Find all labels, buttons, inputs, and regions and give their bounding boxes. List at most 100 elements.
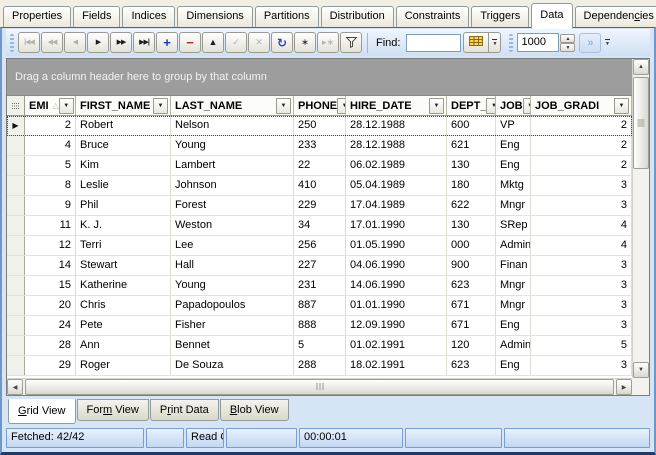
cell-last-name[interactable]: Lee <box>171 236 294 255</box>
scroll-down-button[interactable]: ▼ <box>633 362 649 378</box>
cell-emi[interactable]: 14 <box>25 256 76 275</box>
cell-job-gradi[interactable]: 3 <box>531 296 632 315</box>
cell-hire-date[interactable]: 05.04.1989 <box>346 176 447 195</box>
cell-hire-date[interactable]: 12.09.1990 <box>346 316 447 335</box>
cell-first-name[interactable]: Phil <box>76 196 171 215</box>
cell-phone[interactable]: 5 <box>294 336 346 355</box>
cell-dept[interactable]: 600 <box>447 116 496 135</box>
cell-job-gradi[interactable]: 2 <box>531 136 632 155</box>
spin-down-button[interactable]: ▼ <box>560 43 575 52</box>
table-row[interactable]: 8LeslieJohnson41005.04.1989180Mktg3 <box>7 176 632 196</box>
cell-first-name[interactable]: K. J. <box>76 216 171 235</box>
cell-job[interactable]: SRep <box>496 216 531 235</box>
column-filter-dropdown[interactable]: ▼ <box>337 98 346 114</box>
cell-hire-date[interactable]: 28.12.1988 <box>346 136 447 155</box>
cell-dept[interactable]: 622 <box>447 196 496 215</box>
cell-phone[interactable]: 888 <box>294 316 346 335</box>
record-limit-value[interactable]: 1000 <box>517 33 559 52</box>
cell-emi[interactable]: 20 <box>25 296 76 315</box>
cell-emi[interactable]: 24 <box>25 316 76 335</box>
next-page-button[interactable]: ▶▶ <box>110 32 132 53</box>
cell-phone[interactable]: 410 <box>294 176 346 195</box>
cell-dept[interactable]: 623 <box>447 356 496 375</box>
cell-last-name[interactable]: Forest <box>171 196 294 215</box>
cell-job-gradi[interactable]: 3 <box>531 256 632 275</box>
insert-record-button[interactable]: + <box>156 32 178 53</box>
cell-last-name[interactable]: De Souza <box>171 356 294 375</box>
cell-last-name[interactable]: Weston <box>171 216 294 235</box>
cell-dept[interactable]: 000 <box>447 236 496 255</box>
cell-hire-date[interactable]: 01.05.1990 <box>346 236 447 255</box>
view-tab-form-view[interactable]: Form View <box>77 399 149 421</box>
cell-phone[interactable]: 233 <box>294 136 346 155</box>
cell-first-name[interactable]: Pete <box>76 316 171 335</box>
column-header-hire-date[interactable]: HIRE_DATE▼ <box>346 96 447 115</box>
cell-first-name[interactable]: Leslie <box>76 176 171 195</box>
column-header-first-name[interactable]: FIRST_NAME▼ <box>76 96 171 115</box>
tab-data[interactable]: Data <box>531 3 572 29</box>
tab-indices[interactable]: Indices <box>122 6 175 27</box>
cell-job-gradi[interactable]: 3 <box>531 356 632 375</box>
cell-phone[interactable]: 256 <box>294 236 346 255</box>
table-row[interactable]: 9PhilForest22917.04.1989622Mngr3 <box>7 196 632 216</box>
cell-job[interactable]: Admin <box>496 336 531 355</box>
horizontal-scroll-thumb[interactable] <box>25 379 614 395</box>
column-header-job[interactable]: JOB▼ <box>496 96 531 115</box>
table-row[interactable]: 28AnnBennet501.02.1991120Admin5 <box>7 336 632 356</box>
cell-last-name[interactable]: Fisher <box>171 316 294 335</box>
cell-phone[interactable]: 227 <box>294 256 346 275</box>
view-tab-print-data[interactable]: Print Data <box>150 399 219 421</box>
cell-job[interactable]: Mngr <box>496 276 531 295</box>
cell-dept[interactable]: 130 <box>447 216 496 235</box>
tab-triggers[interactable]: Triggers <box>471 6 529 27</box>
cell-emi[interactable]: 5 <box>25 156 76 175</box>
cell-dept[interactable]: 900 <box>447 256 496 275</box>
cell-job[interactable]: Admin <box>496 236 531 255</box>
cell-job[interactable]: Eng <box>496 316 531 335</box>
cell-job-gradi[interactable]: 5 <box>531 336 632 355</box>
column-header-phone[interactable]: PHONE▼ <box>294 96 346 115</box>
cell-job[interactable]: Eng <box>496 136 531 155</box>
cell-emi[interactable]: 2 <box>25 116 76 135</box>
spin-up-button[interactable]: ▲ <box>560 34 575 43</box>
tab-constraints[interactable]: Constraints <box>396 6 470 27</box>
cell-first-name[interactable]: Bruce <box>76 136 171 155</box>
cell-dept[interactable]: 621 <box>447 136 496 155</box>
tab-properties[interactable]: Properties <box>3 6 71 27</box>
find-in-grid-button[interactable] <box>463 32 489 53</box>
last-record-button[interactable]: ▶▶| <box>133 32 155 53</box>
cell-job-gradi[interactable]: 2 <box>531 116 632 135</box>
find-more-dropdown[interactable]: ▼ <box>489 32 501 53</box>
cell-first-name[interactable]: Roger <box>76 356 171 375</box>
cell-job-gradi[interactable]: 3 <box>531 196 632 215</box>
cell-job[interactable]: Finan <box>496 256 531 275</box>
cell-first-name[interactable]: Robert <box>76 116 171 135</box>
cell-last-name[interactable]: Bennet <box>171 336 294 355</box>
cell-job-gradi[interactable]: 2 <box>531 156 632 175</box>
cell-first-name[interactable]: Katherine <box>76 276 171 295</box>
cell-job[interactable]: Mngr <box>496 296 531 315</box>
horizontal-scrollbar[interactable]: ◀ ▶ <box>7 378 632 395</box>
cell-phone[interactable]: 250 <box>294 116 346 135</box>
cell-dept[interactable]: 120 <box>447 336 496 355</box>
next-record-button[interactable]: ▶ <box>87 32 109 53</box>
cell-emi[interactable]: 12 <box>25 236 76 255</box>
cell-phone[interactable]: 231 <box>294 276 346 295</box>
vertical-scroll-thumb[interactable] <box>633 77 649 169</box>
view-tab-grid-view[interactable]: Grid View <box>8 399 76 424</box>
cell-job[interactable]: Mktg <box>496 176 531 195</box>
cell-dept[interactable]: 130 <box>447 156 496 175</box>
filter-button[interactable] <box>340 32 362 53</box>
scroll-right-button[interactable]: ▶ <box>616 379 632 395</box>
cell-phone[interactable]: 229 <box>294 196 346 215</box>
table-row[interactable]: 29RogerDe Souza28818.02.1991623Eng3 <box>7 356 632 376</box>
cell-dept[interactable]: 671 <box>447 296 496 315</box>
tab-fields[interactable]: Fields <box>73 6 120 27</box>
column-header-last-name[interactable]: LAST_NAME▼ <box>171 96 294 115</box>
load-more-records-button[interactable]: » <box>579 33 601 53</box>
column-filter-dropdown[interactable]: ▼ <box>276 98 291 114</box>
cell-hire-date[interactable]: 01.02.1991 <box>346 336 447 355</box>
vertical-scrollbar[interactable]: ▲ ▼ <box>632 59 649 378</box>
toolbar-overflow-dropdown[interactable]: ▼ <box>601 32 613 53</box>
cell-job[interactable]: Eng <box>496 356 531 375</box>
